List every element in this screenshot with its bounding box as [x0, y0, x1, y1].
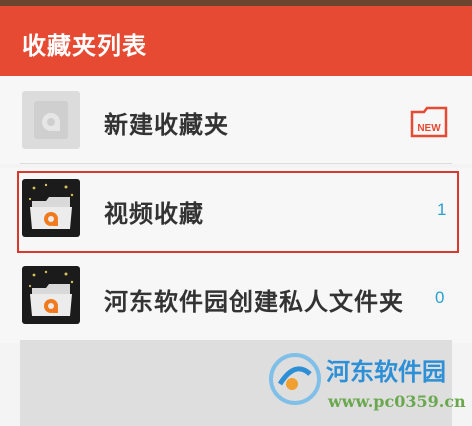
folder-icon: [28, 270, 74, 316]
item-count: 0: [435, 288, 445, 307]
list-item-label: 河东软件园创建私人文件夹: [104, 289, 404, 316]
new-folder-icon[interactable]: NEW: [410, 106, 448, 138]
favorites-panel: 收藏夹列表 新建收藏夹 NEW 视频收藏 1 河东软件园创建私人文件夹 0 河东…: [0, 0, 472, 426]
list-item-private-folder[interactable]: 河东软件园创建私人文件夹 0: [0, 255, 472, 343]
folder-icon: [34, 101, 68, 139]
new-badge-text: NEW: [417, 123, 441, 134]
new-folder-thumbnail: [22, 91, 80, 149]
divider: [20, 163, 452, 164]
private-folder-thumbnail: [22, 266, 80, 324]
list-item-label: 新建收藏夹: [104, 112, 229, 139]
page-title: 收藏夹列表: [22, 33, 147, 60]
watermark-url: www.pc0359.cn: [328, 392, 466, 411]
watermark-logo-icon: [269, 353, 321, 405]
watermark-name: 河东软件园: [326, 357, 446, 386]
header-bar: 收藏夹列表: [0, 6, 472, 76]
list-item-new-folder[interactable]: 新建收藏夹 NEW: [0, 76, 472, 164]
selection-highlight: [17, 171, 459, 253]
